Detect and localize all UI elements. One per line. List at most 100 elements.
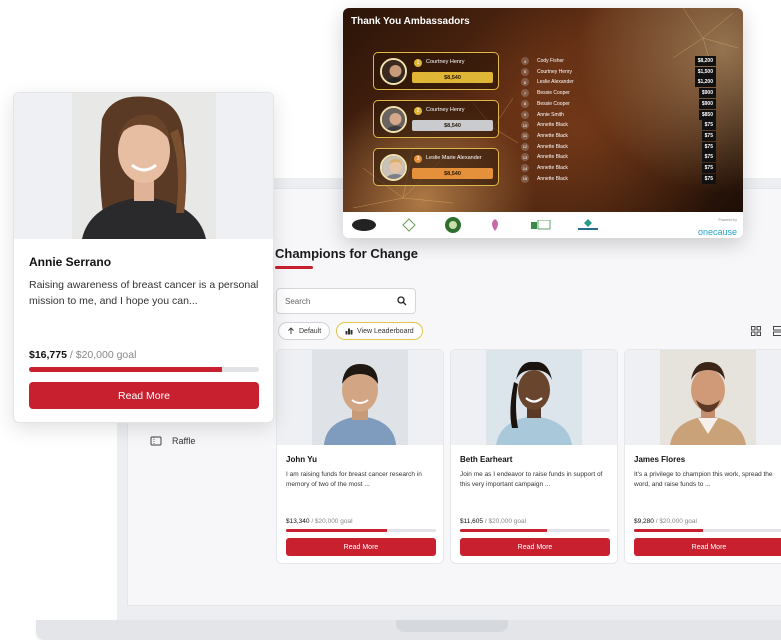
leaderboard-row: 12 Annette Black $75 xyxy=(521,141,716,152)
row-rank: 11 xyxy=(521,131,529,140)
sidebar-item-label: Raffle xyxy=(172,436,196,446)
row-name: Annette Black xyxy=(537,175,568,182)
row-amount: $75 xyxy=(701,152,716,163)
grid-icon xyxy=(751,326,761,336)
progress-bar xyxy=(634,529,781,532)
champion-amount: $13,340 / $20,000 goal xyxy=(286,518,353,525)
powered-by-label: Powered by xyxy=(718,218,737,222)
champion-description: Join me as I endeavor to raise funds in … xyxy=(460,471,603,488)
raised-amount: $13,340 xyxy=(286,518,310,525)
featured-photo xyxy=(14,93,273,239)
row-rank: 4 xyxy=(521,57,529,65)
search-icon xyxy=(397,296,407,306)
row-amount: $900 xyxy=(698,98,716,109)
row-amount: $75 xyxy=(701,141,716,152)
sponsor-logo xyxy=(401,216,417,234)
row-amount: $75 xyxy=(701,130,716,141)
read-more-button[interactable]: Read More xyxy=(460,538,610,556)
laptop-notch xyxy=(396,620,508,632)
row-rank: 6 xyxy=(521,78,529,87)
title-underline xyxy=(275,266,313,269)
leaderboard-row: 9 Annie Smith $850 xyxy=(521,109,716,120)
featured-name: Annie Serrano xyxy=(29,255,112,269)
top-ambassador: 1 Courtney Henry $8,540 xyxy=(373,52,499,90)
row-name: Annette Black xyxy=(537,132,568,139)
read-more-button[interactable]: Read More xyxy=(29,382,259,409)
ambassador-avatar xyxy=(380,58,407,85)
champion-description: It's a privilege to champion this work, … xyxy=(634,471,773,488)
read-more-button[interactable]: Read More xyxy=(286,538,436,556)
progress-bar xyxy=(460,529,610,532)
row-amount: $900 xyxy=(698,88,716,99)
row-rank: 8 xyxy=(521,99,529,108)
champion-photo xyxy=(277,350,443,445)
search-placeholder: Search xyxy=(285,296,311,306)
progress-bar xyxy=(286,529,436,532)
read-more-button[interactable]: Read More xyxy=(634,538,781,556)
top-ambassador: 2 Courtney Henry $8,540 xyxy=(373,100,499,138)
champion-card[interactable]: John Yu I am raising funds for breast ca… xyxy=(276,349,444,564)
ambassador-amount: $8,540 xyxy=(412,72,493,83)
top-ambassador: 3 Leslie Marie Alexander $8,540 xyxy=(373,148,499,186)
sidebar-item-raffle[interactable]: Raffle xyxy=(150,436,195,446)
champion-name: James Flores xyxy=(634,455,686,464)
ambassador-avatar xyxy=(380,154,407,181)
sponsor-logo xyxy=(444,216,462,234)
ambassador-amount: $8,540 xyxy=(412,120,493,131)
rank-badge: 3 xyxy=(414,155,422,163)
featured-description: Raising awareness of breast cancer is a … xyxy=(29,279,259,307)
goal-amount: / $20,000 goal xyxy=(484,518,527,525)
row-amount: $75 xyxy=(701,173,716,184)
section-title: Champions for Change xyxy=(275,246,419,261)
leaderboard-row: 10 Annette Black $75 xyxy=(521,120,716,131)
row-name: Annette Black xyxy=(537,154,568,161)
leaderboard-row: 6 Leslie Alexander $1,200 xyxy=(521,77,716,88)
leaderboard-title: Thank You Ambassadors xyxy=(351,16,470,27)
progress-fill xyxy=(29,367,223,372)
champion-card[interactable]: James Flores It's a privilege to champio… xyxy=(624,349,781,564)
view-leaderboard-label: View Leaderboard xyxy=(357,327,414,335)
goal-amount: / $20,000 goal xyxy=(655,518,697,525)
champion-card[interactable]: Beth Earheart Join me as I endeavor to r… xyxy=(450,349,618,564)
progress-fill xyxy=(460,529,547,532)
leaderboard-row: 13 Annette Black $75 xyxy=(521,152,716,163)
ambassadors-leaderboard: Thank You Ambassadors 1 Courtney Henry $… xyxy=(343,8,743,238)
row-name: Leslie Alexander xyxy=(537,79,574,86)
row-name: Bessie Cooper xyxy=(537,100,570,107)
leaderboard-row: 7 Bessie Cooper $900 xyxy=(521,88,716,99)
goal-amount: / $20,000 goal xyxy=(69,349,137,361)
sponsor-logo xyxy=(351,216,377,234)
view-leaderboard-button[interactable]: View Leaderboard xyxy=(336,322,423,340)
leaderboard-icon xyxy=(345,328,353,335)
sponsor-logo xyxy=(576,216,600,234)
champion-photo xyxy=(451,350,617,445)
champion-amount: $9,280 / $20,000 goal xyxy=(634,518,697,525)
raised-amount: $16,775 xyxy=(29,349,67,361)
ambassador-name: Leslie Marie Alexander xyxy=(426,155,482,161)
rank-badge: 1 xyxy=(414,59,422,67)
sponsor-strip: Powered by onecause xyxy=(343,212,743,238)
row-rank: 7 xyxy=(521,89,529,98)
row-rank: 15 xyxy=(521,174,529,183)
sort-default-button[interactable]: Default xyxy=(278,322,331,340)
progress-bar xyxy=(29,367,259,372)
row-name: Bessie Cooper xyxy=(537,90,570,97)
ambassador-avatar xyxy=(380,106,407,133)
row-rank: 14 xyxy=(521,164,529,172)
row-rank: 13 xyxy=(521,153,529,162)
search-input[interactable]: Search xyxy=(276,288,416,314)
leaderboard-row: 8 Bessie Cooper $900 xyxy=(521,98,716,109)
row-name: Cody Fisher xyxy=(537,58,564,64)
champion-name: Beth Earheart xyxy=(460,455,513,464)
row-rank: 12 xyxy=(521,142,529,151)
featured-champion-card[interactable]: Annie Serrano Raising awareness of breas… xyxy=(13,92,274,423)
champion-description: I am raising funds for breast cancer res… xyxy=(286,471,422,488)
row-name: Annette Black xyxy=(537,165,568,171)
list-view-button[interactable] xyxy=(768,321,781,341)
sponsor-logo xyxy=(485,216,505,234)
grid-view-button[interactable] xyxy=(746,321,766,341)
row-name: Annette Black xyxy=(537,143,568,150)
ambassador-amount: $8,540 xyxy=(412,168,493,179)
sponsor-logo xyxy=(531,216,551,234)
ambassador-name: Courtney Henry xyxy=(426,107,465,113)
